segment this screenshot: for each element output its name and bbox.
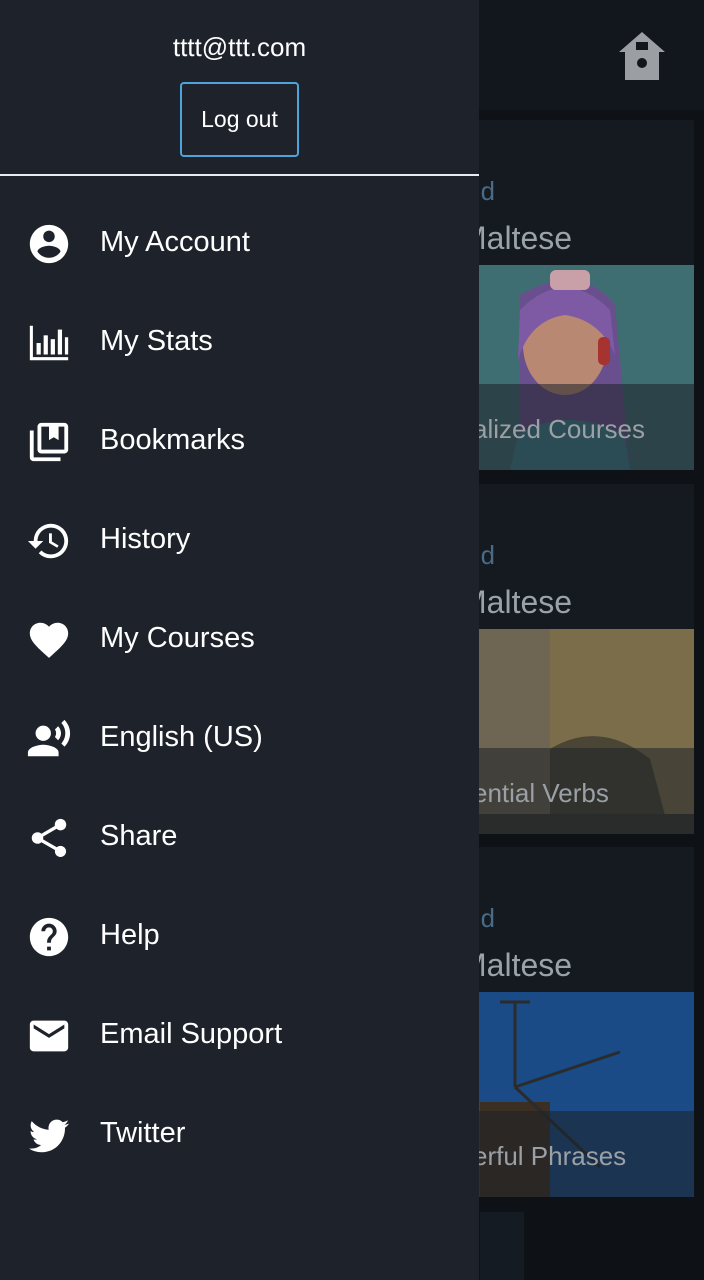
menu-item-label: English (US): [100, 721, 263, 753]
menu-item-label: History: [100, 523, 191, 555]
menu-item-label: Share: [100, 820, 178, 852]
twitter-icon: [28, 1119, 70, 1153]
navigation-drawer: tttt@ttt.com Log out My Account My Stats…: [0, 0, 479, 1280]
menu-item-email-support[interactable]: Email Support: [0, 987, 479, 1086]
card-kicker: d: [480, 542, 496, 572]
menu-item-label: Twitter: [100, 1117, 186, 1149]
menu-item-english-us[interactable]: English (US): [0, 690, 479, 789]
card-caption-text: erful Phrases: [473, 1141, 627, 1171]
bar-chart-icon: [29, 325, 69, 361]
account-circle-icon: [29, 224, 69, 264]
menu-item-my-stats[interactable]: My Stats: [0, 294, 479, 393]
bottom-tab-stub: [480, 1212, 524, 1280]
menu-item-bookmarks[interactable]: Bookmarks: [0, 393, 479, 492]
home-icon[interactable]: [617, 30, 667, 82]
history-icon: [27, 523, 69, 559]
user-email: tttt@ttt.com: [172, 32, 307, 62]
menu-item-help[interactable]: Help: [0, 888, 479, 987]
logout-button[interactable]: Log out: [180, 82, 299, 157]
heart-icon: [29, 622, 69, 658]
menu-item-label: My Account: [100, 226, 250, 258]
menu-item-history[interactable]: History: [0, 492, 479, 591]
voice-language-icon: [27, 719, 71, 757]
card-caption-text: ential Verbs: [473, 778, 609, 808]
mail-icon: [29, 1020, 69, 1052]
menu-item-share[interactable]: Share: [0, 789, 479, 888]
menu-item-label: Help: [100, 919, 160, 951]
app-screen: d Maltese alized Courses d Maltese entia…: [0, 0, 704, 1280]
menu-item-my-courses[interactable]: My Courses: [0, 591, 479, 690]
help-icon: [29, 917, 69, 957]
menu-item-twitter[interactable]: Twitter: [0, 1086, 479, 1185]
menu-item-label: Bookmarks: [100, 424, 246, 456]
card-kicker: d: [480, 178, 496, 208]
menu-item-my-account[interactable]: My Account: [0, 195, 479, 294]
drawer-header: tttt@ttt.com Log out: [0, 0, 479, 176]
menu-item-label: My Courses: [100, 622, 255, 654]
card-kicker: d: [480, 905, 496, 935]
share-icon: [31, 818, 67, 858]
bookmarks-icon: [29, 422, 69, 462]
menu-item-label: Email Support: [100, 1018, 283, 1050]
card-caption-text: alized Courses: [473, 414, 645, 444]
menu-item-label: My Stats: [100, 325, 213, 357]
